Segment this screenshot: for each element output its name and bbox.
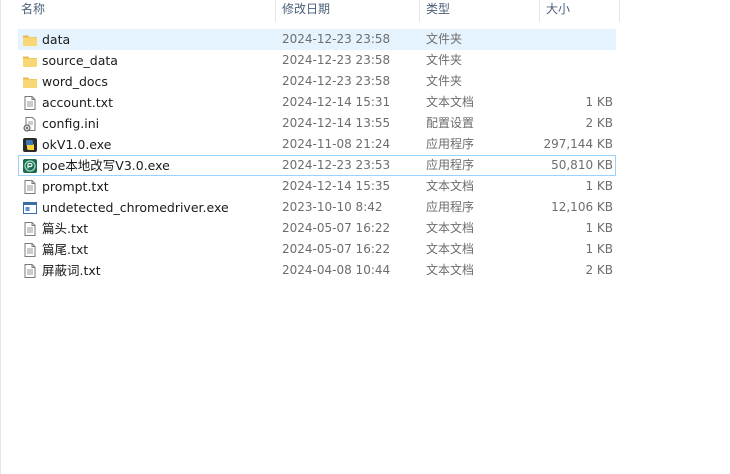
file-size: [539, 51, 613, 70]
column-header: 名称 修改日期 类型 大小: [1, 0, 621, 22]
text-file-icon: [22, 95, 38, 111]
file-row[interactable]: 篇头.txt 2024-05-07 16:22 文本文档 1 KB: [18, 218, 616, 239]
text-file-icon: [22, 263, 38, 279]
poe-app-icon: [22, 158, 38, 174]
file-type: 文件夹: [426, 53, 463, 67]
file-type: 配置设置: [426, 116, 475, 130]
file-modified-date: 2023-10-10 8:42: [282, 200, 383, 214]
folder-icon: [22, 32, 38, 48]
file-modified-date: 2024-12-23 23:58: [282, 53, 391, 67]
file-modified-date: 2024-12-23 23:58: [282, 74, 391, 88]
text-file-icon: [22, 221, 38, 237]
file-modified-date: 2024-05-07 16:22: [282, 221, 391, 235]
file-row[interactable]: 屏蔽词.txt 2024-04-08 10:44 文本文档 2 KB: [18, 260, 616, 281]
file-modified-date: 2024-05-07 16:22: [282, 242, 391, 256]
file-size: [539, 72, 613, 91]
file-size: 2 KB: [585, 263, 613, 277]
file-row[interactable]: data 2024-12-23 23:58 文件夹: [18, 29, 616, 50]
file-size: 297,144 KB: [543, 137, 613, 151]
file-name: undetected_chromedriver.exe: [42, 200, 229, 215]
file-type: 文本文档: [426, 263, 475, 277]
file-row[interactable]: poe本地改写V3.0.exe 2024-12-23 23:53 应用程序 50,81…: [18, 155, 616, 176]
file-row[interactable]: source_data 2024-12-23 23:58 文件夹: [18, 50, 616, 71]
file-name: okV1.0.exe: [42, 137, 112, 152]
file-size: 50,810 KB: [551, 158, 613, 172]
file-type: 应用程序: [426, 200, 475, 214]
file-row[interactable]: prompt.txt 2024-12-14 15:35 文本文档 1 KB: [18, 176, 616, 197]
file-type: 文件夹: [426, 32, 463, 46]
file-name: word_docs: [42, 74, 108, 89]
folder-icon: [22, 74, 38, 90]
file-modified-date: 2024-12-14 15:31: [282, 95, 391, 109]
file-name: poe本地改写V3.0.exe: [42, 158, 170, 173]
column-divider[interactable]: [619, 0, 620, 22]
file-size: 1 KB: [585, 221, 613, 235]
file-name: data: [42, 32, 71, 47]
column-header-type[interactable]: 类型: [420, 0, 538, 22]
text-file-icon: [22, 242, 38, 258]
file-list-pane: 名称 修改日期 类型 大小 data 2024-12-23 23:58 文件夹 sou…: [0, 0, 730, 474]
file-name: source_data: [42, 53, 118, 68]
file-size: 1 KB: [585, 242, 613, 256]
file-modified-date: 2024-12-14 13:55: [282, 116, 391, 130]
file-modified-date: 2024-12-23 23:53: [282, 158, 391, 172]
file-type: 文本文档: [426, 221, 475, 235]
file-row[interactable]: 篇尾.txt 2024-05-07 16:22 文本文档 1 KB: [18, 239, 616, 260]
file-row[interactable]: okV1.0.exe 2024-11-08 21:24 应用程序 297,144 KB: [18, 134, 616, 155]
file-name: account.txt: [42, 95, 113, 110]
file-type: 应用程序: [426, 137, 475, 151]
file-name: 篇尾.txt: [42, 242, 89, 257]
file-size: 1 KB: [585, 179, 613, 193]
folder-icon: [22, 53, 38, 69]
file-modified-date: 2024-04-08 10:44: [282, 263, 391, 277]
column-header-name[interactable]: 名称: [15, 0, 271, 22]
file-type: 文本文档: [426, 179, 475, 193]
file-modified-date: 2024-12-14 15:35: [282, 179, 391, 193]
text-file-icon: [22, 179, 38, 195]
python-exe-icon: [22, 137, 38, 153]
file-row[interactable]: account.txt 2024-12-14 15:31 文本文档 1 KB: [18, 92, 616, 113]
file-modified-date: 2024-12-23 23:58: [282, 32, 391, 46]
file-modified-date: 2024-11-08 21:24: [282, 137, 391, 151]
column-header-size[interactable]: 大小: [540, 0, 618, 22]
file-size: 2 KB: [585, 116, 613, 130]
file-size: 1 KB: [585, 95, 613, 109]
file-name: prompt.txt: [42, 179, 109, 194]
file-name: 屏蔽词.txt: [42, 263, 101, 278]
config-file-icon: [22, 116, 38, 132]
column-header-date[interactable]: 修改日期: [276, 0, 418, 22]
file-size: 12,106 KB: [551, 200, 613, 214]
file-row[interactable]: undetected_chromedriver.exe 2023-10-10 8:…: [18, 197, 616, 218]
file-name: config.ini: [42, 116, 100, 131]
file-type: 应用程序: [426, 158, 475, 172]
file-type: 文本文档: [426, 95, 475, 109]
file-row[interactable]: config.ini 2024-12-14 13:55 配置设置 2 KB: [18, 113, 616, 134]
file-size: [539, 30, 613, 49]
file-type: 文本文档: [426, 242, 475, 256]
file-row[interactable]: word_docs 2024-12-23 23:58 文件夹: [18, 71, 616, 92]
file-type: 文件夹: [426, 74, 463, 88]
window-exe-icon: [22, 200, 38, 216]
file-name: 篇头.txt: [42, 221, 89, 236]
